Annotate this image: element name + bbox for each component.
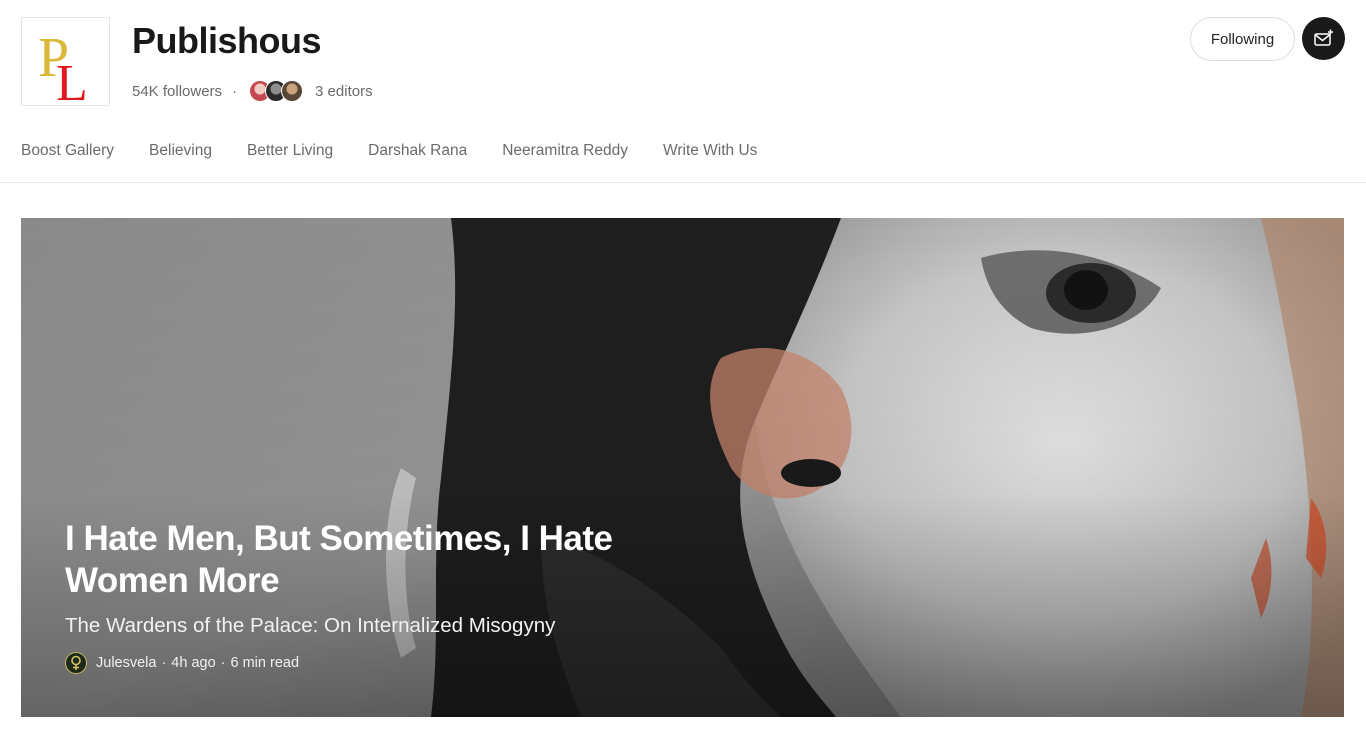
svg-text:L: L (56, 55, 88, 105)
byline-separator: · (220, 655, 226, 671)
publication-header: P L Publishous 54K followers · 3 editors… (0, 0, 1366, 120)
mail-plus-icon (1313, 29, 1333, 46)
nav-divider (0, 182, 1366, 183)
nav-item-believing[interactable]: Believing (149, 142, 212, 160)
meta-separator: · (232, 82, 238, 100)
editor-avatars[interactable] (249, 80, 304, 102)
publication-logo[interactable]: P L (21, 17, 110, 106)
followers-count[interactable]: 54K followers (132, 83, 222, 100)
publication-meta: 54K followers · 3 editors (132, 78, 373, 104)
nav-item-write-with-us[interactable]: Write With Us (663, 142, 757, 160)
byline-separator: · (161, 655, 167, 671)
nav-item-neeramitra-reddy[interactable]: Neeramitra Reddy (502, 142, 628, 160)
nav-item-better-living[interactable]: Better Living (247, 142, 333, 160)
publication-title[interactable]: Publishous (132, 20, 322, 62)
publication-nav: Boost Gallery Believing Better Living Da… (21, 142, 792, 160)
editors-count[interactable]: 3 editors (315, 83, 373, 100)
venus-symbol-icon (71, 655, 81, 670)
subscribe-email-button[interactable] (1302, 17, 1345, 60)
pl-logo-icon: P L (38, 27, 88, 105)
featured-story-title[interactable]: I Hate Men, But Sometimes, I Hate Women … (65, 518, 625, 602)
nav-item-boost-gallery[interactable]: Boost Gallery (21, 142, 114, 160)
featured-story-text: I Hate Men, But Sometimes, I Hate Women … (65, 518, 625, 674)
editor-avatar[interactable] (281, 80, 304, 102)
author-name[interactable]: Julesvela (96, 655, 156, 671)
published-time: 4h ago (171, 655, 216, 671)
nav-item-darshak-rana[interactable]: Darshak Rana (368, 142, 467, 160)
read-time: 6 min read (230, 655, 300, 671)
following-button[interactable]: Following (1190, 17, 1295, 61)
author-avatar[interactable] (65, 652, 87, 674)
featured-story-subtitle[interactable]: The Wardens of the Palace: On Internaliz… (65, 614, 625, 638)
featured-story-byline: Julesvela · 4h ago · 6 min read (65, 652, 625, 674)
featured-story[interactable]: I Hate Men, But Sometimes, I Hate Women … (21, 218, 1344, 717)
